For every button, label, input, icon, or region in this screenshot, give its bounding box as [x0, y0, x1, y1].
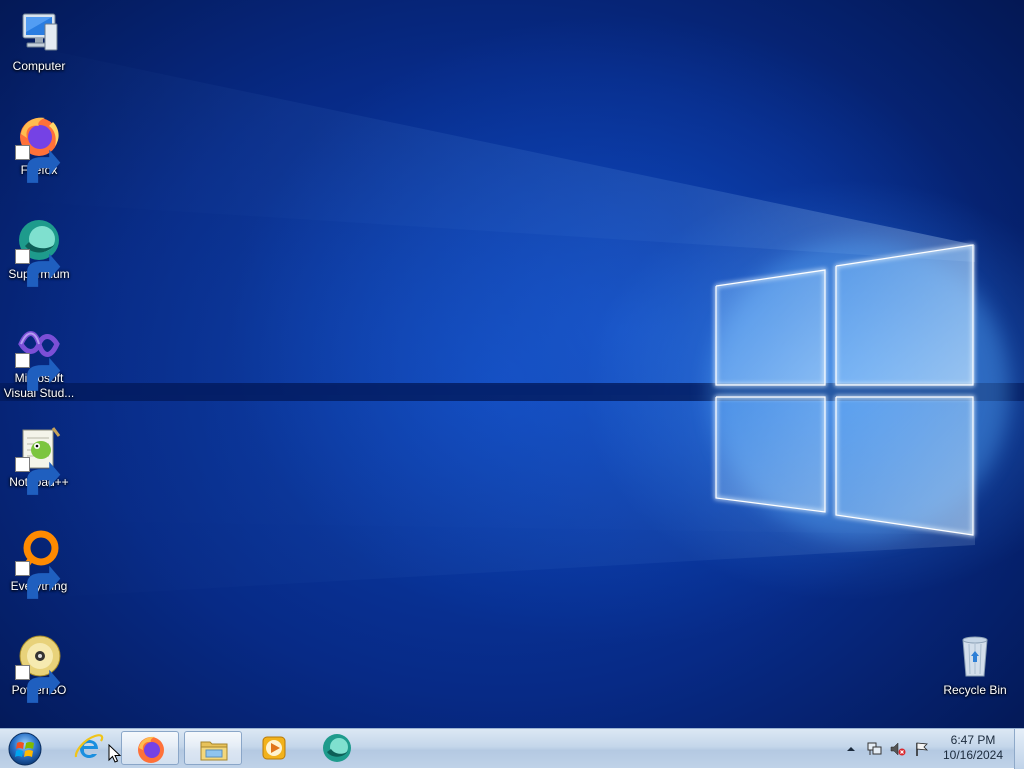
windows-start-orb-icon: [8, 732, 42, 766]
desktop-icon-label: Computer: [12, 59, 66, 73]
desktop-icon-poweriso[interactable]: PowerISO: [1, 632, 77, 703]
show-hidden-icons-arrow-icon[interactable]: [843, 741, 859, 757]
clock-time: 6:47 PM: [950, 733, 996, 747]
taskbar-button-supermium[interactable]: [308, 731, 366, 765]
supermium-icon: [321, 732, 353, 764]
desktop-icon-firefox[interactable]: Firefox: [1, 112, 77, 183]
taskbar-clock[interactable]: 6:47 PM 10/16/2024: [932, 733, 1014, 763]
internet-explorer-icon: [73, 732, 105, 764]
supermium-icon: [15, 216, 63, 287]
desktop-icon-visual-studio[interactable]: Microsoft Visual Stud...: [1, 320, 77, 401]
taskbar: 6:47 PM 10/16/2024: [0, 728, 1024, 769]
media-player-icon: [258, 732, 290, 764]
taskbar-button-media-player[interactable]: [245, 731, 303, 765]
visual-studio-icon: [15, 320, 63, 391]
shortcut-arrow-icon: [15, 561, 61, 599]
file-explorer-icon: [198, 733, 230, 765]
action-center-flag-icon[interactable]: [914, 741, 930, 757]
desktop-icon-recycle-bin[interactable]: Recycle Bin: [937, 632, 1013, 698]
desktop-icon-notepad-plus-plus[interactable]: Notepad++: [1, 424, 77, 495]
volume-muted-icon[interactable]: [890, 741, 906, 757]
taskbar-button-windows-explorer[interactable]: [184, 731, 242, 765]
poweriso-icon: [15, 632, 63, 703]
shortcut-arrow-icon: [15, 457, 61, 495]
taskbar-button-firefox[interactable]: [121, 731, 179, 765]
desktop-icon-label: Recycle Bin: [943, 683, 1007, 697]
mouse-cursor-icon: [108, 744, 122, 763]
firefox-icon: [135, 733, 167, 765]
desktop-icon-computer[interactable]: Computer: [1, 8, 77, 74]
desktop-background[interactable]: Computer Firefox Supermium Microsoft Vis…: [0, 0, 1024, 728]
clock-date: 10/16/2024: [942, 748, 1004, 762]
shortcut-arrow-icon: [15, 249, 61, 287]
shortcut-arrow-icon: [15, 665, 61, 703]
shortcut-arrow-icon: [15, 353, 61, 391]
network-icon[interactable]: [866, 741, 882, 757]
show-desktop-button[interactable]: [1014, 729, 1024, 769]
computer-icon: [15, 8, 63, 56]
desktop-icon-everything[interactable]: Everything: [1, 528, 77, 599]
start-button[interactable]: [5, 730, 45, 767]
wallpaper-windows-logo-light: [0, 40, 1024, 600]
firefox-icon: [15, 112, 63, 183]
desktop-icon-supermium[interactable]: Supermium: [1, 216, 77, 287]
recycle-bin-icon: [951, 632, 999, 680]
notepad-plus-plus-icon: [15, 424, 63, 495]
shortcut-arrow-icon: [15, 145, 61, 183]
everything-search-icon: [15, 528, 63, 599]
